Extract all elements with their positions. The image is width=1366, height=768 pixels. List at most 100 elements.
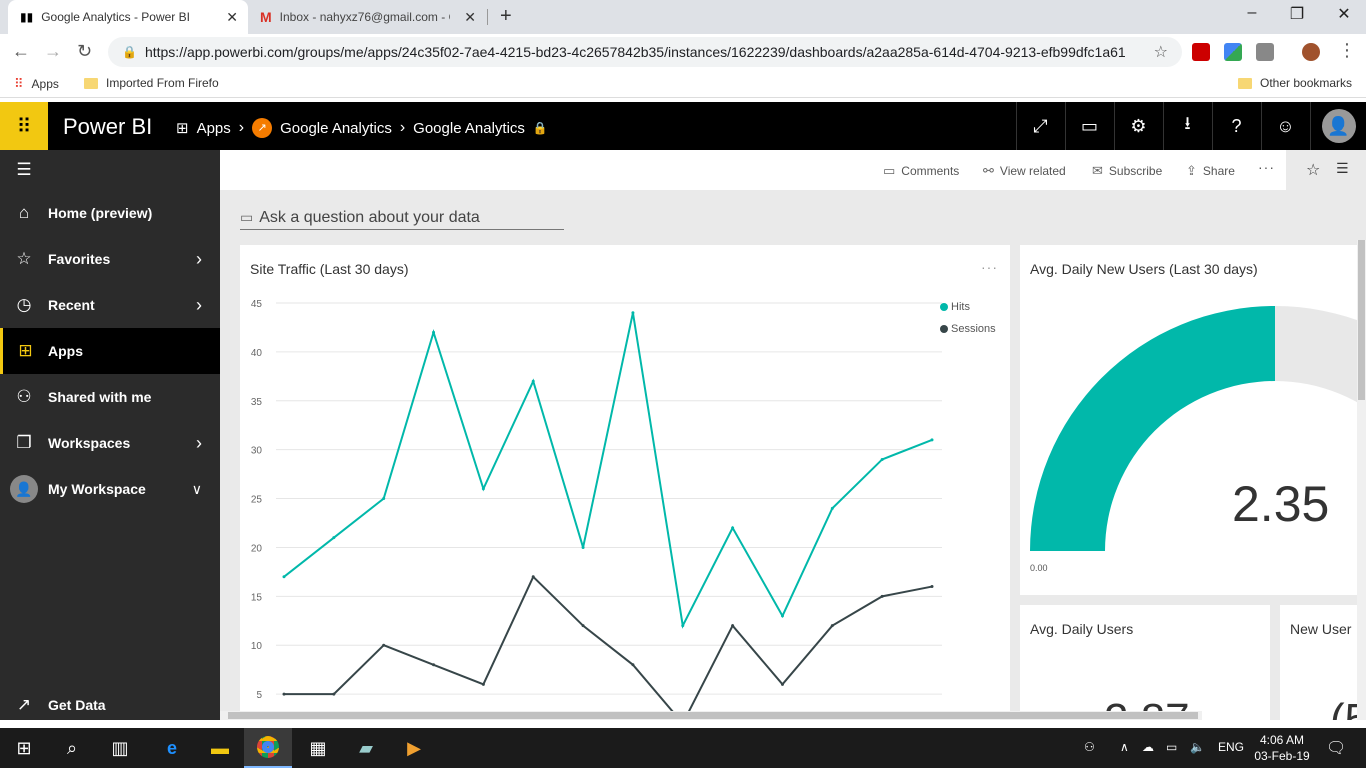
tile-site-traffic[interactable]: Site Traffic (Last 30 days) ··· Hits Ses… <box>240 245 1010 720</box>
horizontal-scrollbar[interactable] <box>220 711 1202 720</box>
series-line-sessions[interactable] <box>284 575 933 720</box>
volume-icon[interactable]: 🔈 <box>1190 740 1205 754</box>
notepad-icon[interactable]: ▰ <box>342 728 390 768</box>
reload-icon[interactable]: ↻ <box>77 41 92 62</box>
smiley-feedback-icon[interactable]: ☺ <box>1261 102 1309 150</box>
close-tab-icon[interactable]: ✕ <box>226 9 238 26</box>
qna-box[interactable]: ▭ Ask a question about your data <box>240 206 564 230</box>
data-point-hits[interactable] <box>282 575 286 579</box>
view-related-button[interactable]: ⚯ View related <box>983 163 1066 179</box>
people-icon[interactable]: ⚇ <box>1084 740 1095 754</box>
restore-button[interactable]: ❐ <box>1277 4 1317 24</box>
bookmark-imported[interactable]: Imported From Firefo <box>84 76 219 90</box>
bookmark-apps[interactable]: ⠿ Apps <box>14 76 59 92</box>
bookmark-star-icon[interactable]: ☆ <box>1154 42 1168 62</box>
data-point-sessions[interactable] <box>830 624 834 628</box>
minimize-button[interactable]: – <box>1232 4 1272 22</box>
new-tab-button[interactable]: + <box>500 5 512 28</box>
data-point-sessions[interactable] <box>481 682 485 686</box>
nav-item-my-workspace[interactable]: 👤 My Workspace ∨ <box>0 466 220 512</box>
data-point-hits[interactable] <box>481 487 485 491</box>
settings-gear-icon[interactable]: ⚙ <box>1114 102 1162 150</box>
feedback-icon[interactable]: ▭ <box>1065 102 1113 150</box>
data-point-sessions[interactable] <box>930 585 934 589</box>
data-point-hits[interactable] <box>631 311 635 315</box>
waffle-menu-icon[interactable]: ⠿ <box>0 102 48 150</box>
media-player-icon[interactable]: ▶ <box>390 728 438 768</box>
data-point-hits[interactable] <box>780 614 784 618</box>
profile-avatar-icon[interactable] <box>1302 43 1320 61</box>
file-explorer-icon[interactable]: ▬ <box>196 728 244 768</box>
data-point-sessions[interactable] <box>531 575 535 579</box>
breadcrumb-app[interactable]: Google Analytics <box>280 120 392 137</box>
tile-new-users[interactable]: New User (5 <box>1280 605 1366 720</box>
forward-arrow-icon[interactable]: → <box>44 41 62 62</box>
vertical-scrollbar[interactable] <box>1357 240 1366 720</box>
pdf-extension-icon[interactable] <box>1192 43 1210 61</box>
breadcrumb-apps[interactable]: Apps <box>197 120 231 137</box>
chrome-menu-icon[interactable]: ⋮ <box>1338 40 1356 61</box>
tile-avg-daily-new-users[interactable]: Avg. Daily New Users (Last 30 days) 2.35… <box>1020 245 1366 595</box>
onedrive-icon[interactable]: ☁ <box>1142 740 1154 754</box>
nav-item-get-data[interactable]: ↗ Get Data <box>0 682 220 728</box>
data-point-sessions[interactable] <box>780 682 784 686</box>
download-icon[interactable]: ⭳ <box>1163 102 1211 150</box>
account-button[interactable]: 👤 <box>1310 102 1366 150</box>
series-line-hits[interactable] <box>283 312 933 629</box>
language-indicator[interactable]: ENG <box>1218 740 1244 754</box>
subscribe-button[interactable]: ✉ Subscribe <box>1092 163 1162 179</box>
edge-browser-icon[interactable]: e <box>148 728 196 768</box>
nav-item-recent[interactable]: ◷ Recent › <box>0 282 220 328</box>
data-point-hits[interactable] <box>930 438 934 442</box>
scrollbar-thumb[interactable] <box>228 712 1198 719</box>
data-point-sessions[interactable] <box>282 692 286 696</box>
search-icon[interactable]: ⌕ <box>48 728 96 768</box>
network-icon[interactable]: ▭ <box>1166 740 1177 754</box>
nav-item-workspaces[interactable]: ❐ Workspaces › <box>0 420 220 466</box>
browser-tab-powerbi[interactable]: ▮▮ Google Analytics - Power BI ✕ <box>8 0 248 34</box>
nav-item-home[interactable]: ⌂ Home (preview) <box>0 190 220 236</box>
help-icon[interactable]: ? <box>1212 102 1260 150</box>
list-icon[interactable]: ☰ <box>1336 160 1349 177</box>
data-point-hits[interactable] <box>731 526 735 530</box>
address-bar[interactable]: 🔒 https://app.powerbi.com/groups/me/apps… <box>108 37 1182 67</box>
data-point-hits[interactable] <box>382 497 386 501</box>
back-arrow-icon[interactable]: ← <box>12 41 30 62</box>
notifications-icon[interactable]: 🗨 <box>1326 738 1346 758</box>
extension-icon[interactable] <box>1256 43 1274 61</box>
data-point-hits[interactable] <box>432 330 436 334</box>
nav-collapse-button[interactable]: ☰ <box>0 150 220 190</box>
data-point-sessions[interactable] <box>332 692 336 696</box>
data-point-hits[interactable] <box>581 545 585 549</box>
data-point-hits[interactable] <box>880 457 884 461</box>
data-point-hits[interactable] <box>332 536 336 540</box>
more-options-icon[interactable]: ··· <box>1258 159 1275 175</box>
share-button[interactable]: ⇪ Share <box>1186 163 1235 179</box>
favorite-star-icon[interactable]: ☆ <box>1306 160 1320 180</box>
bookmark-other[interactable]: Other bookmarks <box>1238 76 1352 90</box>
chevron-up-icon[interactable]: ∧ <box>1120 740 1129 754</box>
data-point-sessions[interactable] <box>432 663 436 667</box>
data-point-sessions[interactable] <box>731 624 735 628</box>
nav-item-favorites[interactable]: ☆ Favorites › <box>0 236 220 282</box>
data-point-hits[interactable] <box>830 506 834 510</box>
nav-item-shared[interactable]: ⚇ Shared with me <box>0 374 220 420</box>
calculator-icon[interactable]: ▦ <box>294 728 342 768</box>
close-window-button[interactable]: ✕ <box>1324 4 1364 24</box>
chrome-browser-icon[interactable] <box>244 728 292 768</box>
google-extension-icon[interactable] <box>1224 43 1242 61</box>
comments-button[interactable]: ▭ Comments <box>883 163 959 179</box>
clock[interactable]: 4:06 AM 03-Feb-19 <box>1252 732 1312 764</box>
nav-item-apps[interactable]: ⊞ Apps <box>0 328 220 374</box>
data-point-sessions[interactable] <box>880 594 884 598</box>
scrollbar-thumb[interactable] <box>1358 240 1365 400</box>
task-view-icon[interactable]: ▥ <box>96 728 144 768</box>
data-point-hits[interactable] <box>681 624 685 628</box>
tile-avg-daily-users[interactable]: Avg. Daily Users 2.87 <box>1020 605 1270 720</box>
data-point-hits[interactable] <box>531 379 535 383</box>
data-point-sessions[interactable] <box>382 643 386 647</box>
data-point-sessions[interactable] <box>631 663 635 667</box>
windows-start-icon[interactable]: ⊞ <box>0 728 48 768</box>
browser-tab-gmail[interactable]: M Inbox - nahyxz76@gmail.com - G ✕ <box>250 0 486 34</box>
fullscreen-icon[interactable]: ⤢ <box>1016 102 1064 150</box>
